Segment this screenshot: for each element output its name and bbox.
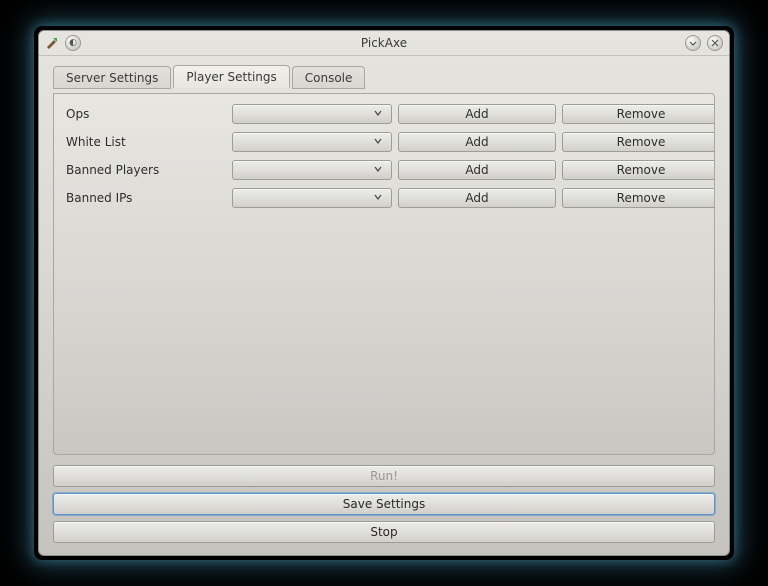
window-menu-icon[interactable]: ◐ — [65, 35, 81, 51]
tab-label: Player Settings — [186, 70, 276, 84]
app-icon — [45, 35, 59, 49]
button-label: Add — [465, 107, 488, 121]
row-label: White List — [66, 135, 226, 149]
tab-player-settings[interactable]: Player Settings — [173, 65, 289, 88]
button-label: Save Settings — [343, 497, 426, 511]
row-label: Ops — [66, 107, 226, 121]
bottom-button-bar: Run! Save Settings Stop — [53, 465, 715, 543]
white-list-add-button[interactable]: Add — [398, 132, 556, 152]
banned-ips-add-button[interactable]: Add — [398, 188, 556, 208]
banned-players-select[interactable] — [232, 160, 392, 180]
client-area: Server Settings Player Settings Console … — [39, 56, 729, 555]
chevron-down-icon — [371, 163, 385, 177]
ops-add-button[interactable]: Add — [398, 104, 556, 124]
banned-ips-remove-button[interactable]: Remove — [562, 188, 715, 208]
chevron-down-icon — [371, 191, 385, 205]
tab-label: Server Settings — [66, 71, 158, 85]
banned-players-add-button[interactable]: Add — [398, 160, 556, 180]
row-ops: Ops Add Remove — [66, 104, 702, 124]
button-label: Remove — [617, 107, 666, 121]
run-button: Run! — [53, 465, 715, 487]
chevron-down-icon — [371, 107, 385, 121]
close-button[interactable] — [707, 35, 723, 51]
tab-page-player-settings: Ops Add Remove White List — [53, 93, 715, 455]
ops-select[interactable] — [232, 104, 392, 124]
white-list-remove-button[interactable]: Remove — [562, 132, 715, 152]
banned-ips-select[interactable] — [232, 188, 392, 208]
titlebar: ◐ PickAxe — [39, 31, 729, 56]
button-label: Remove — [617, 163, 666, 177]
button-label: Run! — [370, 469, 398, 483]
row-white-list: White List Add Remove — [66, 132, 702, 152]
row-label: Banned IPs — [66, 191, 226, 205]
row-label: Banned Players — [66, 163, 226, 177]
stop-button[interactable]: Stop — [53, 521, 715, 543]
window-title: PickAxe — [39, 36, 729, 50]
button-label: Add — [465, 191, 488, 205]
banned-players-remove-button[interactable]: Remove — [562, 160, 715, 180]
button-label: Stop — [370, 525, 397, 539]
button-label: Add — [465, 163, 488, 177]
tab-label: Console — [305, 71, 353, 85]
white-list-select[interactable] — [232, 132, 392, 152]
tab-bar: Server Settings Player Settings Console — [53, 64, 715, 88]
app-window: ◐ PickAxe Server Settings Player Setting… — [38, 30, 730, 556]
button-label: Add — [465, 135, 488, 149]
button-label: Remove — [617, 191, 666, 205]
button-label: Remove — [617, 135, 666, 149]
ops-remove-button[interactable]: Remove — [562, 104, 715, 124]
save-settings-button[interactable]: Save Settings — [53, 493, 715, 515]
tab-server-settings[interactable]: Server Settings — [53, 66, 171, 89]
chevron-down-icon — [371, 135, 385, 149]
row-banned-players: Banned Players Add Remove — [66, 160, 702, 180]
minimize-button[interactable] — [685, 35, 701, 51]
row-banned-ips: Banned IPs Add Remove — [66, 188, 702, 208]
tab-console[interactable]: Console — [292, 66, 366, 89]
